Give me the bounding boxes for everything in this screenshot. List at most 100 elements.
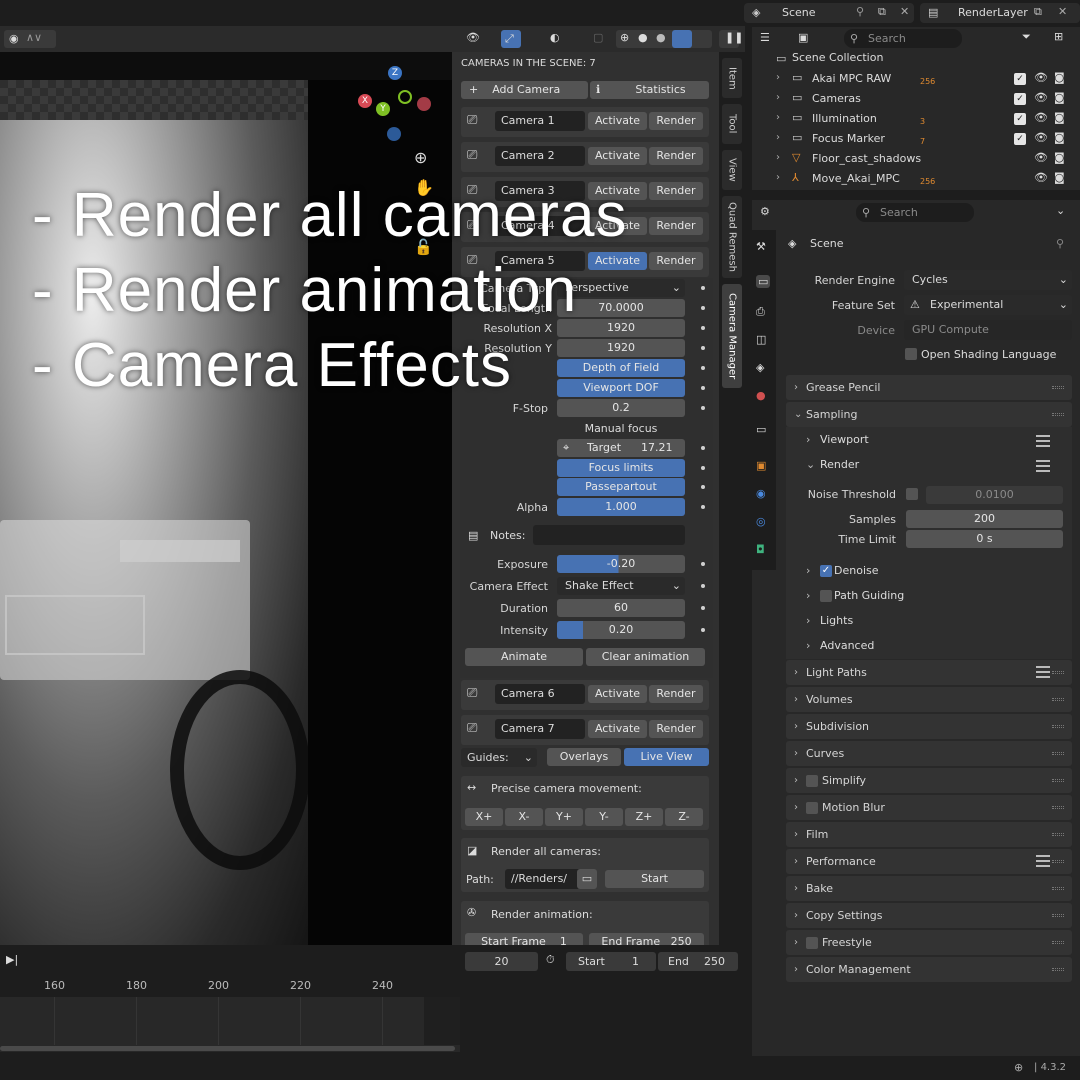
eye-icon[interactable]: 👁 (1034, 111, 1048, 124)
close-icon[interactable]: ✕ (900, 5, 909, 18)
samples-field[interactable]: 200 (906, 510, 1063, 528)
keyframe-dot[interactable] (701, 466, 705, 470)
outliner-item[interactable]: › ▽ Floor_cast_shadows 👁 ◙ (752, 149, 1080, 169)
current-frame-field[interactable]: 20 (465, 952, 538, 971)
activate-camera-button[interactable]: Activate (588, 147, 647, 165)
camera-render-icon[interactable]: ◙ (1054, 131, 1065, 144)
activate-camera-button[interactable]: Activate (588, 720, 647, 738)
tab-camera-manager[interactable]: Camera Manager (722, 284, 742, 388)
panel-section[interactable]: › Simplify (786, 768, 1072, 793)
outliner-item[interactable]: › ▭ Cameras ✓ 👁 ◙ (752, 89, 1080, 109)
properties-search[interactable]: ⚲ Search (856, 203, 974, 222)
statistics-button[interactable]: ℹ Statistics (590, 81, 709, 99)
move-button[interactable]: X- (505, 808, 543, 826)
feature-set-select[interactable]: ⚠ Experimental ⌄ (904, 295, 1072, 315)
guides-select[interactable]: Guides: ⌄ (461, 748, 537, 767)
noise-threshold-field[interactable]: 0.0100 (926, 486, 1063, 504)
neg-x-axis-icon[interactable] (417, 97, 431, 111)
presets-icon[interactable] (1036, 855, 1050, 867)
jump-end-icon[interactable]: ▶| (6, 953, 18, 966)
keyframe-dot[interactable] (701, 505, 705, 509)
material-icon[interactable]: ● (656, 31, 666, 44)
drag-handle-icon[interactable] (1052, 779, 1064, 782)
y-axis-icon[interactable]: Y (376, 102, 390, 116)
subpanel-path-guiding[interactable]: › Path Guiding (796, 585, 1072, 607)
osl-checkbox[interactable] (905, 348, 917, 360)
chevron-right-icon[interactable]: › (776, 132, 780, 143)
drag-handle-icon[interactable] (1052, 806, 1064, 809)
panel-section[interactable]: › Color Management (786, 957, 1072, 982)
render-all-start-button[interactable]: Start (605, 870, 704, 888)
new-scene-icon[interactable]: ⧉ (878, 5, 886, 19)
presets-icon[interactable] (1036, 460, 1050, 472)
panel-section[interactable]: › Performance (786, 849, 1072, 874)
overlay-icon[interactable]: ◐ (550, 31, 560, 44)
x-axis-icon[interactable]: X (358, 94, 372, 108)
start-frame-field[interactable]: Start Frame 1 (465, 933, 583, 945)
drag-handle-icon[interactable] (1052, 941, 1064, 944)
neg-y-axis-icon[interactable] (398, 90, 412, 104)
drag-handle-icon[interactable] (1052, 860, 1064, 863)
tab-item[interactable]: Item (722, 58, 742, 98)
output-tab-icon[interactable]: ⎙ (756, 305, 765, 319)
render-tab-icon[interactable]: ▭ (756, 275, 771, 288)
camera-render-icon[interactable]: ◙ (1054, 151, 1065, 164)
panel-section[interactable]: › Subdivision (786, 714, 1072, 739)
panel-section[interactable]: › Curves (786, 741, 1072, 766)
subpanel-render[interactable]: ⌄ Render (796, 454, 1072, 476)
keyframe-dot[interactable] (701, 346, 705, 350)
panel-section[interactable]: › Light Paths (786, 660, 1072, 685)
keyframe-dot[interactable] (701, 286, 705, 290)
camera-render-icon[interactable]: ◙ (1054, 171, 1065, 184)
panel-section[interactable]: › Bake (786, 876, 1072, 901)
viewport-dof-toggle[interactable]: Viewport DOF (557, 379, 685, 397)
intensity-field[interactable]: 0.20 (557, 621, 685, 639)
keyframe-dot[interactable] (701, 628, 705, 632)
section-checkbox[interactable] (806, 775, 818, 787)
drag-handle-icon[interactable] (1052, 752, 1064, 755)
sidebar-toggle[interactable]: ❚❚ (719, 30, 743, 48)
gizmo-toggle[interactable]: ⤢ (501, 30, 521, 48)
z-axis-icon[interactable]: Z (388, 66, 402, 80)
camera-name-field[interactable]: Camera 6 (495, 684, 585, 704)
pin-icon[interactable]: ⚲ (856, 5, 864, 18)
notes-input[interactable] (533, 525, 685, 545)
outliner-item[interactable]: › ⅄ Move_Akai_MPC 256 👁 ◙ (752, 169, 1080, 189)
section-checkbox[interactable] (806, 937, 818, 949)
activate-camera-button[interactable]: Activate (588, 112, 647, 130)
end-frame-field[interactable]: End 250 (658, 952, 738, 971)
move-button[interactable]: Y- (585, 808, 623, 826)
tab-tool[interactable]: Tool (722, 104, 742, 144)
keyframe-dot[interactable] (701, 406, 705, 410)
keyframe-dot[interactable] (701, 386, 705, 390)
object-tab-icon[interactable]: ▣ (756, 459, 766, 472)
keyframe-dot[interactable] (701, 584, 705, 588)
move-button[interactable]: Z+ (625, 808, 663, 826)
constraints-tab-icon[interactable]: ◎ (756, 515, 766, 528)
display-mode-icon[interactable]: ▣ (798, 31, 808, 44)
tab-view[interactable]: View (722, 150, 742, 190)
subpanel-advanced[interactable]: › Advanced (796, 635, 1072, 657)
scene-selector[interactable]: ◈ Scene ⚲ ⧉ ✕ (744, 3, 914, 23)
resolution-y-field[interactable]: 1920 (557, 339, 685, 357)
panel-section[interactable]: › Freestyle (786, 930, 1072, 955)
keyframe-dot[interactable] (701, 306, 705, 310)
eye-icon[interactable]: 👁 (1034, 91, 1048, 104)
camera-name-field[interactable]: Camera 1 (495, 111, 585, 131)
pin-icon[interactable]: ⚲ (1056, 237, 1064, 250)
chevron-right-icon[interactable]: › (776, 152, 780, 163)
timeline-scrollbar[interactable] (0, 1046, 455, 1051)
exposure-field[interactable]: -0.20 (557, 555, 685, 573)
drag-handle-icon[interactable] (1052, 413, 1064, 416)
passepartout-toggle[interactable]: Passepartout (557, 478, 685, 496)
keyframe-dot[interactable] (701, 326, 705, 330)
keyframe-dot[interactable] (701, 446, 705, 450)
properties-editor-icon[interactable]: ⚙ (760, 205, 770, 218)
close-icon[interactable]: ✕ (1058, 5, 1067, 18)
drag-handle-icon[interactable] (1052, 833, 1064, 836)
live-view-button[interactable]: Live View (624, 748, 709, 766)
panel-sampling[interactable]: ⌄ Sampling (786, 402, 1072, 427)
activate-camera-button[interactable]: Activate (588, 685, 647, 703)
presets-icon[interactable] (1036, 666, 1050, 678)
chevron-right-icon[interactable]: › (776, 72, 780, 83)
